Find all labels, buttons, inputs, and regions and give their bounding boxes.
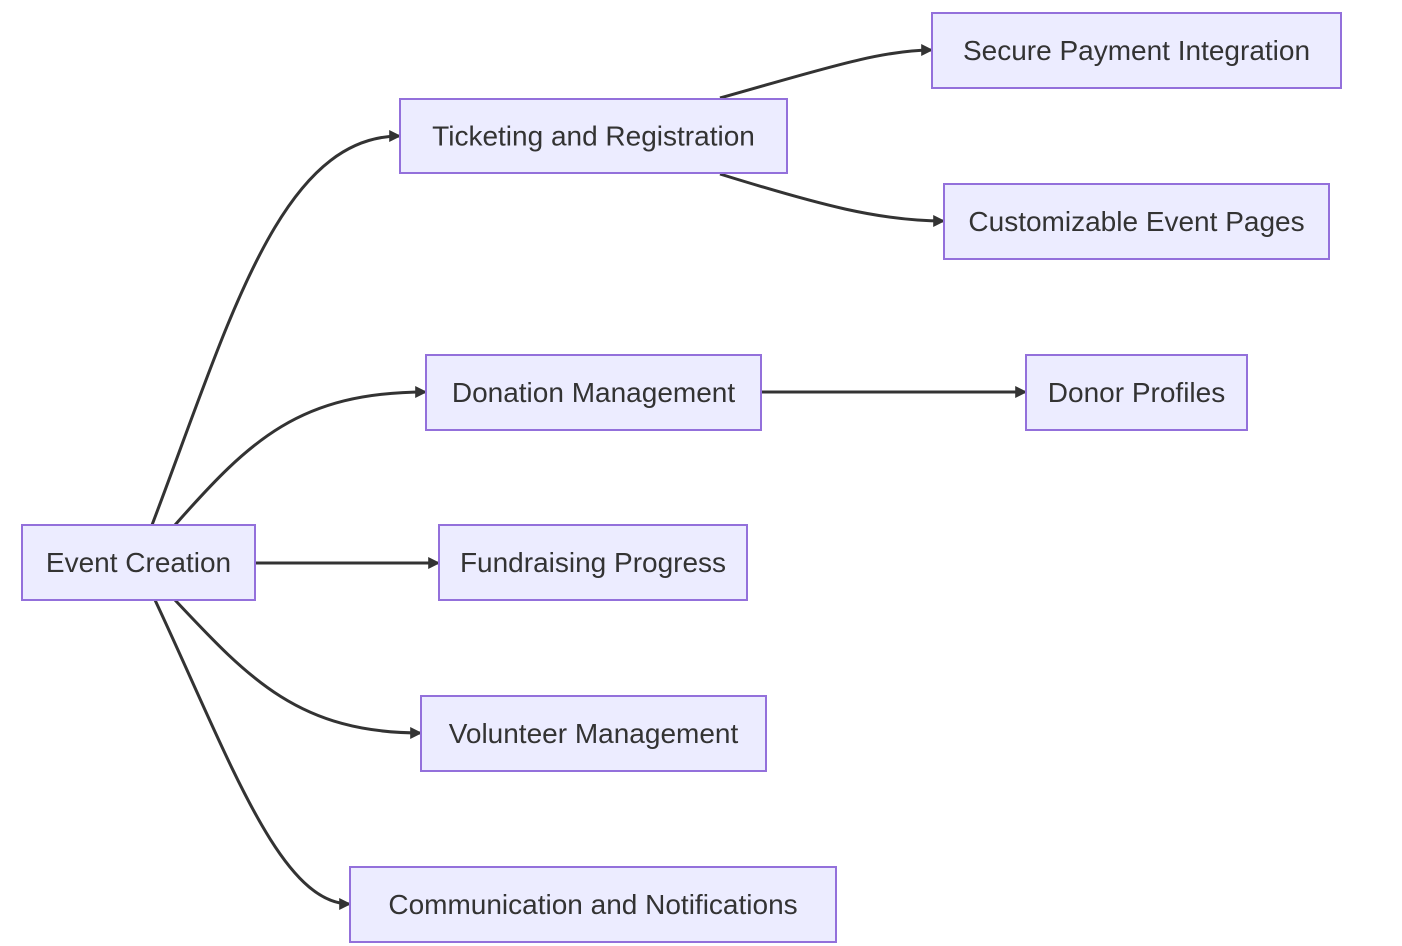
node-donation: Donation Management bbox=[425, 354, 762, 431]
node-label: Donation Management bbox=[452, 377, 736, 408]
node-label: Secure Payment Integration bbox=[963, 35, 1310, 66]
node-label: Volunteer Management bbox=[449, 718, 739, 749]
node-label: Donor Profiles bbox=[1048, 377, 1225, 408]
node-event-creation: Event Creation bbox=[21, 524, 256, 601]
node-label: Ticketing and Registration bbox=[432, 121, 755, 152]
node-ticketing: Ticketing and Registration bbox=[399, 98, 788, 174]
edge-event-to-communication bbox=[153, 599, 352, 910]
node-fundraising: Fundraising Progress bbox=[438, 524, 748, 601]
edge-event-to-donation bbox=[173, 386, 428, 526]
edges bbox=[150, 44, 1028, 910]
node-label: Event Creation bbox=[46, 547, 231, 578]
node-label: Customizable Event Pages bbox=[968, 206, 1304, 237]
node-communication: Communication and Notifications bbox=[349, 866, 837, 943]
node-label: Communication and Notifications bbox=[388, 889, 797, 920]
node-secure-payment: Secure Payment Integration bbox=[931, 12, 1342, 89]
edge-event-to-ticketing bbox=[150, 130, 402, 526]
edge-event-to-volunteer bbox=[173, 598, 423, 739]
node-volunteer: Volunteer Management bbox=[420, 695, 767, 772]
edge-ticketing-to-custom-pages bbox=[719, 172, 946, 227]
node-custom-pages: Customizable Event Pages bbox=[943, 183, 1330, 260]
edge-ticketing-to-secure-payment bbox=[719, 44, 934, 100]
node-label: Fundraising Progress bbox=[460, 547, 726, 578]
node-donor-profiles: Donor Profiles bbox=[1025, 354, 1248, 431]
flowchart: Event Creation Ticketing and Registratio… bbox=[21, 12, 1342, 943]
